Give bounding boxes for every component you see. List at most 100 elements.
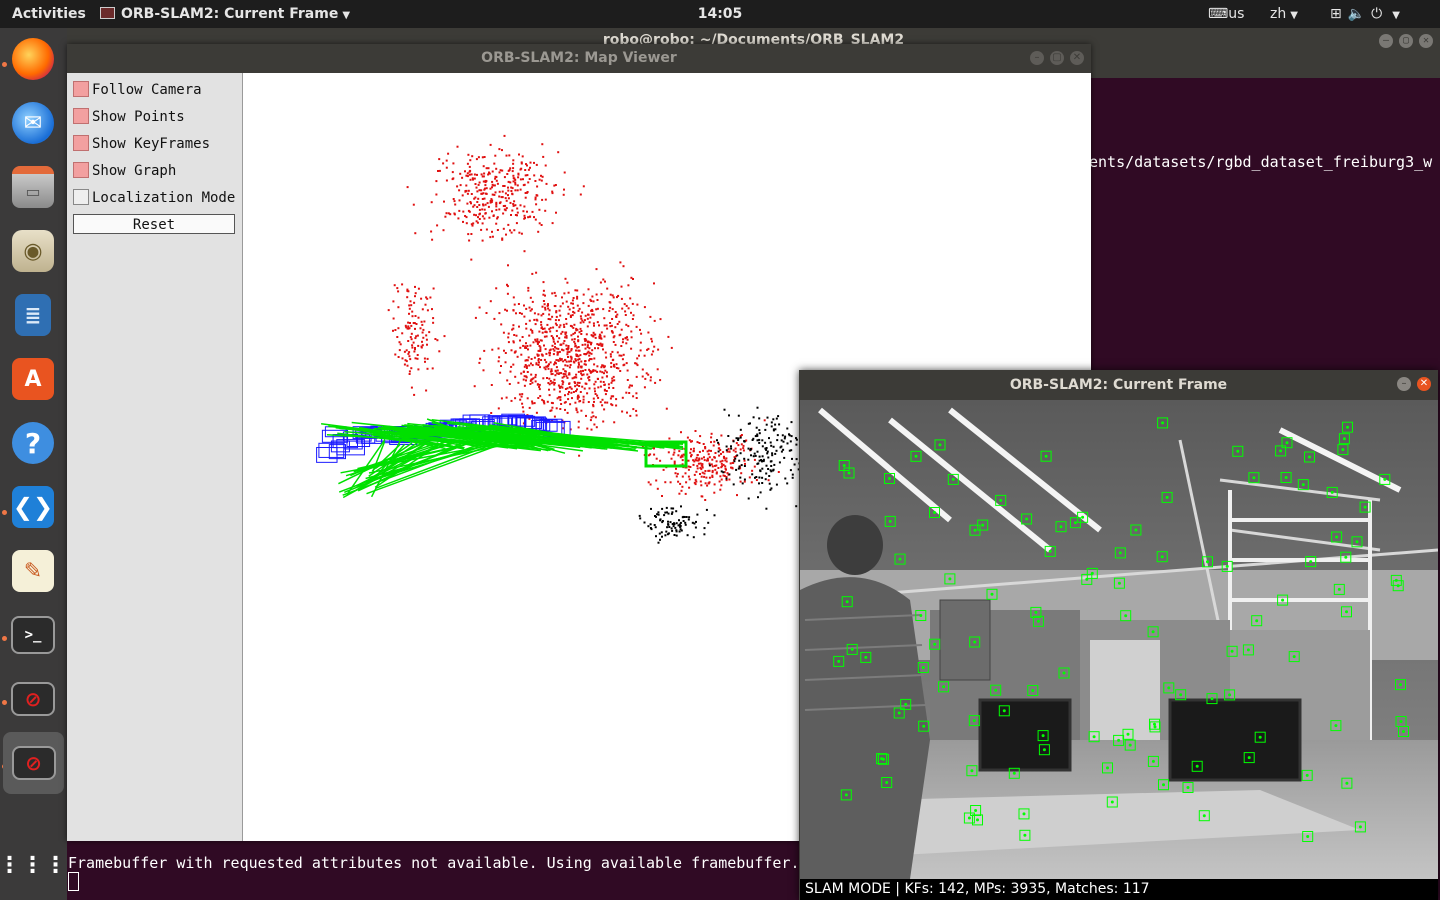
maximize-button[interactable]: ▢ bbox=[1050, 51, 1064, 65]
map-point bbox=[600, 331, 603, 334]
map-point bbox=[585, 333, 588, 336]
map-point bbox=[532, 377, 535, 380]
map-point bbox=[521, 402, 524, 405]
map-point bbox=[761, 467, 764, 470]
map-point bbox=[584, 314, 587, 317]
map-point bbox=[529, 383, 532, 385]
map-point bbox=[756, 406, 759, 409]
system-tray[interactable]: ⊞🔈⏻ ▼ bbox=[1330, 0, 1406, 28]
map-point bbox=[658, 532, 661, 535]
map-point bbox=[561, 386, 564, 389]
map-point bbox=[718, 454, 721, 457]
map-point bbox=[571, 338, 574, 341]
minimize-button[interactable]: – bbox=[1397, 377, 1411, 391]
map-point bbox=[689, 451, 692, 454]
map-point bbox=[650, 353, 653, 356]
map-point bbox=[664, 534, 667, 537]
map-point bbox=[507, 189, 510, 192]
clock[interactable]: 14:05 bbox=[698, 0, 743, 28]
map-point bbox=[681, 516, 684, 519]
map-point bbox=[558, 350, 561, 353]
map-point bbox=[504, 192, 507, 195]
map-point bbox=[444, 215, 447, 218]
map-point bbox=[575, 376, 578, 379]
map-point bbox=[591, 295, 594, 298]
map-point bbox=[697, 462, 700, 465]
map-point bbox=[514, 183, 517, 186]
map-point bbox=[567, 305, 570, 308]
show-graph-checkbox[interactable]: Show Graph bbox=[73, 161, 176, 181]
map-point bbox=[518, 325, 520, 328]
close-button[interactable]: ✕ bbox=[1419, 34, 1433, 48]
map-point bbox=[423, 320, 426, 323]
map-point bbox=[592, 369, 595, 372]
map-point bbox=[420, 345, 423, 348]
dock-thunderbird[interactable]: ✉ bbox=[8, 98, 58, 148]
map-point bbox=[464, 190, 467, 192]
dock-software[interactable]: A bbox=[8, 354, 58, 404]
map-point bbox=[753, 465, 756, 468]
map-point bbox=[728, 414, 730, 417]
dock-blocked-app[interactable]: ⊘ bbox=[8, 674, 58, 724]
localization-mode-checkbox[interactable]: Localization Mode bbox=[73, 188, 235, 208]
map-point bbox=[561, 383, 564, 386]
map-point bbox=[514, 189, 517, 192]
map-point bbox=[527, 356, 530, 359]
map-point bbox=[766, 452, 769, 455]
maximize-button[interactable]: ▢ bbox=[1399, 34, 1413, 48]
map-point bbox=[473, 197, 476, 200]
map-point bbox=[524, 192, 527, 194]
map-point bbox=[564, 373, 567, 376]
dock-files[interactable]: ▭ bbox=[8, 162, 58, 212]
map-point bbox=[519, 346, 522, 349]
close-button[interactable]: ✕ bbox=[1070, 51, 1084, 65]
dock: ✉ ▭ ◉ ≣ A ? ❮❯ ✎ >_ ⊘ ⊘ ⋮⋮⋮ bbox=[0, 28, 67, 900]
minimize-button[interactable]: – bbox=[1379, 34, 1393, 48]
map-point bbox=[758, 432, 761, 435]
map-point bbox=[572, 310, 575, 313]
map-point bbox=[520, 353, 523, 356]
map-point bbox=[589, 419, 592, 422]
map-point bbox=[564, 331, 567, 334]
dock-rhythmbox[interactable]: ◉ bbox=[8, 226, 58, 276]
minimize-button[interactable]: – bbox=[1030, 51, 1044, 65]
show-apps-button[interactable]: ⋮⋮⋮ bbox=[0, 840, 67, 890]
reset-button[interactable]: Reset bbox=[73, 214, 235, 234]
map-point bbox=[734, 450, 737, 453]
map-point bbox=[714, 452, 717, 454]
dock-terminal[interactable]: >_ bbox=[8, 610, 58, 660]
map-point bbox=[527, 216, 530, 219]
show-keyframes-checkbox[interactable]: Show KeyFrames bbox=[73, 134, 210, 154]
map-viewer-titlebar[interactable]: ORB-SLAM2: Map Viewer – ▢ ✕ bbox=[67, 44, 1091, 73]
dock-blocked-app-active[interactable]: ⊘ bbox=[3, 732, 64, 794]
map-point bbox=[525, 327, 528, 330]
close-button[interactable]: ✕ bbox=[1417, 377, 1431, 391]
map-point bbox=[566, 281, 569, 284]
map-point bbox=[561, 296, 563, 299]
keyboard-indicator[interactable]: ⌨us bbox=[1208, 0, 1244, 28]
map-point bbox=[659, 318, 662, 321]
activities-button[interactable]: Activities bbox=[12, 0, 86, 28]
map-point bbox=[692, 536, 695, 539]
map-point bbox=[752, 437, 755, 440]
map-point bbox=[693, 522, 696, 525]
map-point bbox=[713, 440, 716, 443]
map-point bbox=[697, 459, 700, 462]
dock-text-editor[interactable]: ✎ bbox=[8, 546, 58, 596]
show-points-checkbox[interactable]: Show Points bbox=[73, 107, 185, 127]
dock-help[interactable]: ? bbox=[8, 418, 58, 468]
map-point bbox=[562, 381, 565, 384]
app-menu[interactable]: ORB-SLAM2: Current Frame ▼ bbox=[100, 0, 350, 28]
dock-writer[interactable]: ≣ bbox=[8, 290, 58, 340]
language-indicator[interactable]: zh ▼ bbox=[1270, 0, 1298, 28]
map-point bbox=[526, 164, 528, 167]
follow-camera-checkbox[interactable]: Follow Camera bbox=[73, 80, 202, 100]
map-point bbox=[602, 308, 605, 311]
map-point bbox=[670, 457, 673, 460]
dock-vscode[interactable]: ❮❯ bbox=[8, 482, 58, 532]
current-frame-window[interactable]: ORB-SLAM2: Current Frame – ✕ SLAM MODE |… bbox=[799, 370, 1438, 900]
map-point bbox=[573, 340, 576, 343]
map-point bbox=[414, 295, 416, 298]
dock-firefox[interactable] bbox=[8, 34, 58, 84]
map-point bbox=[409, 358, 412, 361]
